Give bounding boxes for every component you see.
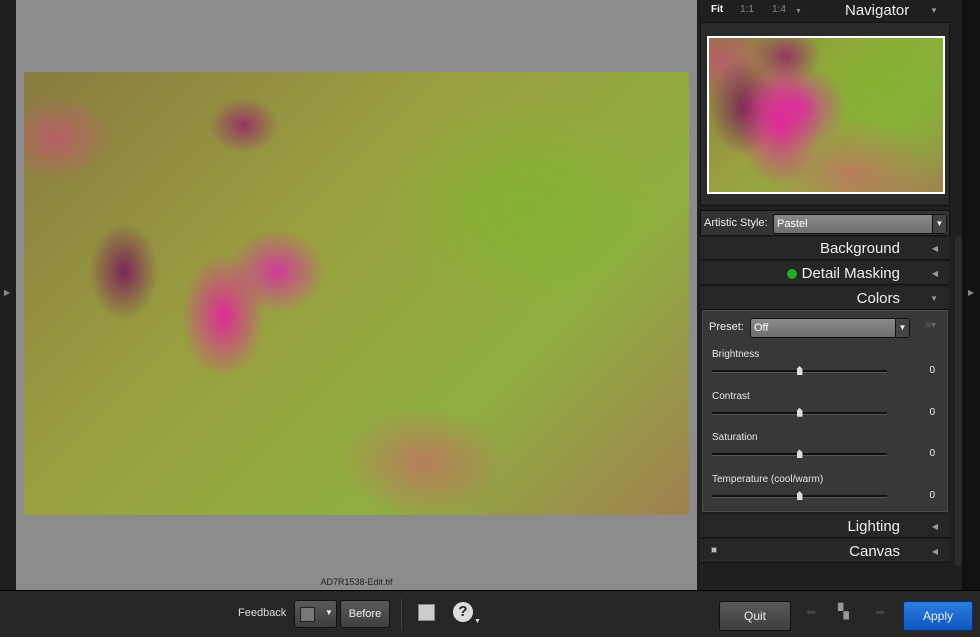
section-background[interactable]: Background ◀ [700, 237, 950, 260]
right-panel-toggle[interactable]: ▶ [962, 0, 980, 590]
section-label: Canvas [849, 543, 900, 560]
navigator-preview[interactable] [707, 36, 945, 194]
slider-track[interactable] [712, 407, 887, 417]
section-label: Lighting [847, 518, 900, 535]
status-dot-icon [787, 269, 797, 279]
navigator-header: Fit 1:1 1:4 ▼ Navigator ▼ [698, 0, 948, 20]
zoom-1-1[interactable]: 1:1 [740, 4, 754, 15]
artistic-style-label: Artistic Style: [704, 217, 768, 229]
canvas-toggle-checkbox[interactable] [711, 547, 717, 553]
feedback-label: Feedback [238, 607, 287, 619]
section-label: Colors [856, 290, 900, 307]
expand-icon: ◀ [931, 522, 938, 531]
slider-value: 0 [929, 490, 935, 502]
collapse-icon: ▼ [930, 294, 938, 303]
chevron-down-icon: ▼ [932, 215, 946, 233]
slider-label: Brightness [712, 349, 760, 360]
bottom-toolbar: Feedback ▼ Before ? ▼ Quit ⬅ ▚ ➡ Apply [0, 590, 980, 637]
panel-scrollbar[interactable] [955, 236, 962, 566]
prev-arrow-icon[interactable]: ⬅ [806, 605, 816, 619]
slider-label: Temperature (cool/warm) [712, 474, 824, 486]
zoom-dropdown-icon[interactable]: ▼ [795, 8, 802, 15]
expand-icon: ◀ [931, 547, 938, 556]
before-button[interactable]: Before [340, 600, 390, 628]
section-detail-masking[interactable]: Detail Masking ◀ [700, 262, 950, 285]
divider [401, 599, 402, 629]
section-lighting[interactable]: Lighting ◀ [700, 515, 950, 538]
expand-icon: ◀ [931, 269, 938, 278]
help-dropdown-icon[interactable]: ▼ [474, 618, 481, 625]
expand-icon: ◀ [931, 244, 938, 253]
zoom-1-4[interactable]: 1:4 [772, 4, 786, 15]
square-icon [300, 607, 315, 622]
slider-value: 0 [929, 365, 935, 376]
layout-icon[interactable] [418, 604, 435, 621]
main-image[interactable] [24, 72, 689, 515]
grid-icon[interactable]: ▚ [838, 603, 849, 620]
section-label: Detail Masking [801, 265, 900, 282]
preset-label: Preset: [709, 321, 744, 333]
feedback-view-select[interactable]: ▼ [294, 600, 337, 628]
help-icon[interactable]: ? [453, 602, 473, 622]
slider-track[interactable] [712, 366, 887, 375]
preset-value: Off [754, 322, 769, 334]
artistic-style-select[interactable]: Pastel ▼ [773, 214, 947, 234]
preset-menu-icon[interactable]: ≡▾ [925, 320, 936, 331]
artistic-style-value: Pastel [777, 218, 808, 230]
artistic-style-row: Artistic Style: Pastel ▼ [700, 210, 950, 236]
quit-button[interactable]: Quit [719, 601, 791, 631]
chevron-down-icon: ▼ [895, 319, 909, 337]
preset-select[interactable]: Off ▼ [750, 318, 910, 338]
section-colors[interactable]: Colors ▼ [700, 287, 950, 310]
slider-value: 0 [929, 448, 935, 460]
collapse-icon[interactable]: ▼ [930, 6, 938, 15]
section-label: Background [819, 240, 900, 257]
expand-left-icon: ▶ [4, 288, 11, 297]
expand-right-icon: ▶ [968, 288, 975, 297]
slider-label: Saturation [712, 432, 758, 444]
section-canvas[interactable]: Canvas ◀ [700, 540, 950, 563]
slider-label: Contrast [712, 390, 750, 402]
left-panel-toggle[interactable]: ▶ [0, 0, 16, 590]
slider-track[interactable] [712, 449, 887, 459]
zoom-fit[interactable]: Fit [711, 4, 723, 15]
chevron-down-icon: ▼ [325, 608, 333, 617]
next-arrow-icon[interactable]: ➡ [875, 605, 885, 619]
slider-track[interactable] [712, 491, 887, 501]
apply-button[interactable]: Apply [903, 601, 973, 631]
slider-value: 0 [929, 406, 935, 418]
filename: AD7R1538-Edit.tif [320, 577, 393, 587]
navigator-title: Navigator [845, 2, 910, 19]
